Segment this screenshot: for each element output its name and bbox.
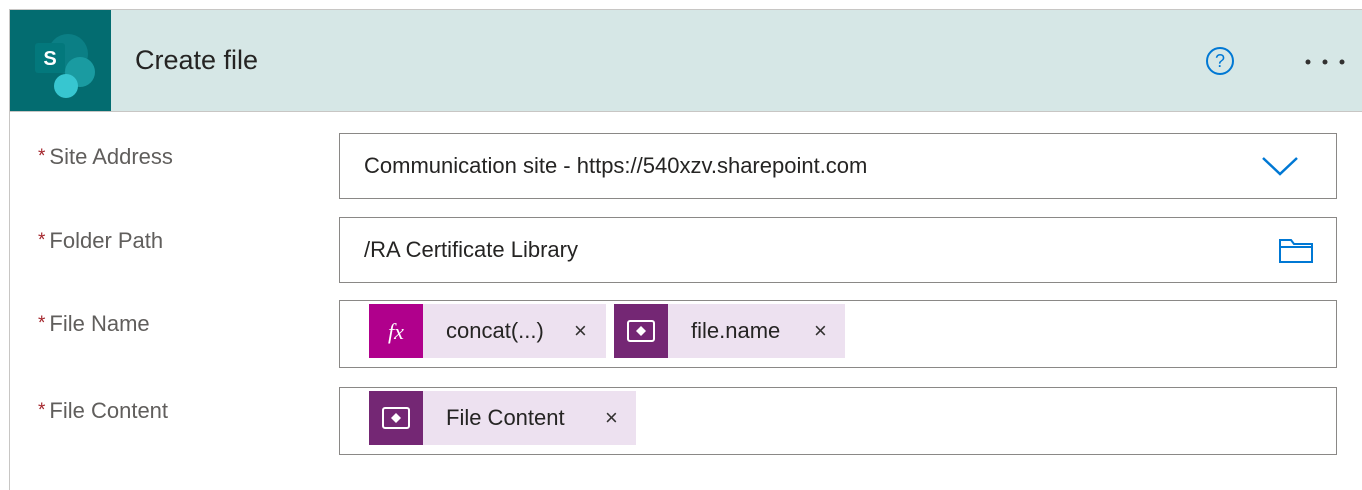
token-label: File Content [446,405,565,430]
file-content-input[interactable]: File Content × [339,387,1337,455]
power-apps-icon [614,304,668,358]
site-address-value: Communication site - https://540xzv.shar… [364,153,868,178]
sharepoint-icon: S [10,10,111,111]
action-header[interactable]: S Create file ? [10,10,1362,112]
folder-path-value: /RA Certificate Library [364,237,578,262]
folder-path-label-text: Folder Path [49,228,164,253]
folder-path-label: * Folder Path [38,217,163,265]
token-file-content[interactable]: File Content × [369,391,636,445]
site-address-row: * Site Address Communication site - https… [10,133,1362,199]
folder-path-input[interactable]: /RA Certificate Library [339,217,1337,283]
remove-token-button[interactable]: × [605,391,618,445]
token-label: file.name [691,318,781,343]
remove-token-button[interactable]: × [814,304,827,358]
required-mark: * [38,230,46,251]
required-mark: * [38,146,46,167]
required-mark: * [38,313,46,334]
power-apps-icon [369,391,423,445]
svg-text:fx: fx [388,319,404,344]
token-label: concat(...) [446,318,544,343]
file-name-input[interactable]: fx concat(...) × file.name × [339,300,1337,368]
file-content-label-text: File Content [49,398,169,423]
token-concat-expression[interactable]: fx concat(...) × [369,304,606,358]
file-content-row: * File Content File Content × [10,387,1362,455]
site-address-label: * Site Address [38,133,173,181]
file-content-label: * File Content [38,387,168,435]
site-address-dropdown[interactable]: Communication site - https://540xzv.shar… [339,133,1337,199]
svg-text:?: ? [1215,51,1225,71]
token-file-name[interactable]: file.name × [614,304,845,358]
required-mark: * [38,400,46,421]
action-card: S Create file ? * Site Address Communicat… [9,9,1362,490]
question-circle-icon[interactable]: ? [1205,46,1235,76]
file-name-label: * File Name [38,300,150,348]
file-name-row: * File Name fx concat(...) × file.name × [10,300,1362,368]
fx-expression-icon: fx [369,304,423,358]
chevron-down-icon[interactable] [1260,154,1300,178]
more-options-button[interactable] [1290,46,1350,76]
svg-text:S: S [43,48,56,70]
folder-path-row: * Folder Path /RA Certificate Library [10,217,1362,283]
site-address-label-text: Site Address [49,144,173,169]
remove-token-button[interactable]: × [574,304,587,358]
folder-icon[interactable] [1278,235,1314,265]
action-title: Create file [135,45,259,75]
file-name-label-text: File Name [49,311,150,336]
